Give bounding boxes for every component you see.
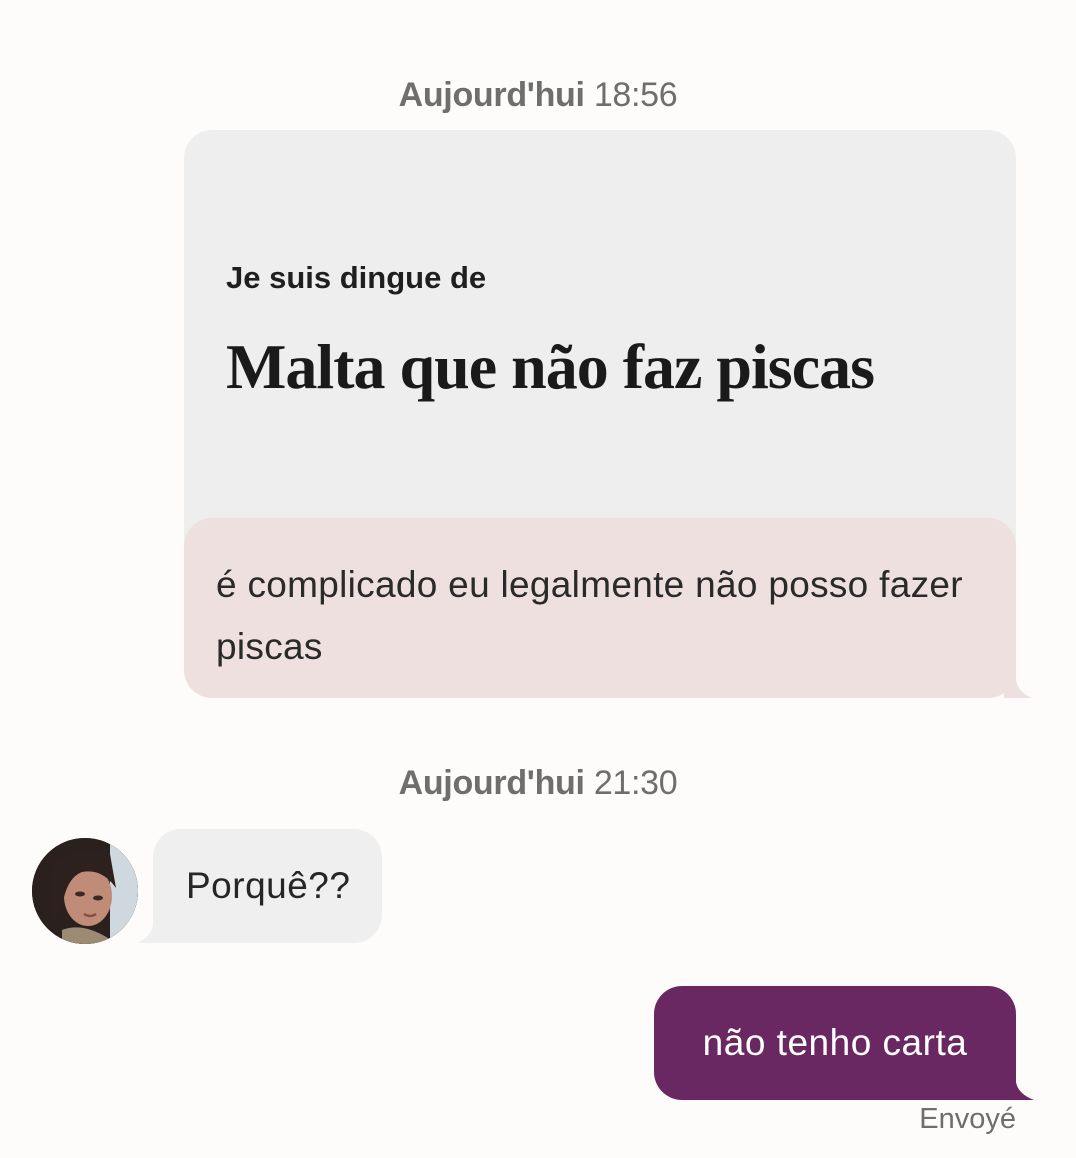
date-separator-2: Aujourd'hui 21:30 [0, 764, 1076, 803]
prompt-question: Je suis dingue de [226, 260, 487, 295]
separator-day: Aujourd'hui [398, 764, 585, 802]
separator-day: Aujourd'hui [398, 76, 585, 114]
incoming-message-text: Porquê?? [186, 865, 351, 906]
separator-time: 18:56 [593, 76, 678, 114]
prompt-comment-box: é complicado eu legalmente não posso faz… [184, 518, 1016, 698]
bubble-tail-icon [1012, 1052, 1034, 1100]
message-status: Envoyé [919, 1103, 1016, 1135]
contact-avatar[interactable] [32, 838, 138, 944]
incoming-message-bubble[interactable]: Porquê?? [153, 829, 383, 943]
date-separator-1: Aujourd'hui 18:56 [0, 76, 1076, 115]
prompt-reply-card[interactable]: Je suis dingue de Malta que não faz pisc… [184, 130, 1016, 698]
prompt-answer: Malta que não faz piscas [226, 331, 875, 402]
separator-time: 21:30 [593, 764, 678, 802]
prompt-comment-text: é complicado eu legalmente não posso faz… [216, 564, 963, 667]
outgoing-message-bubble[interactable]: não tenho carta [654, 986, 1016, 1100]
outgoing-message-text: não tenho carta [702, 1022, 968, 1063]
user-photo-icon [32, 838, 138, 944]
bubble-tail-icon [1004, 650, 1032, 698]
